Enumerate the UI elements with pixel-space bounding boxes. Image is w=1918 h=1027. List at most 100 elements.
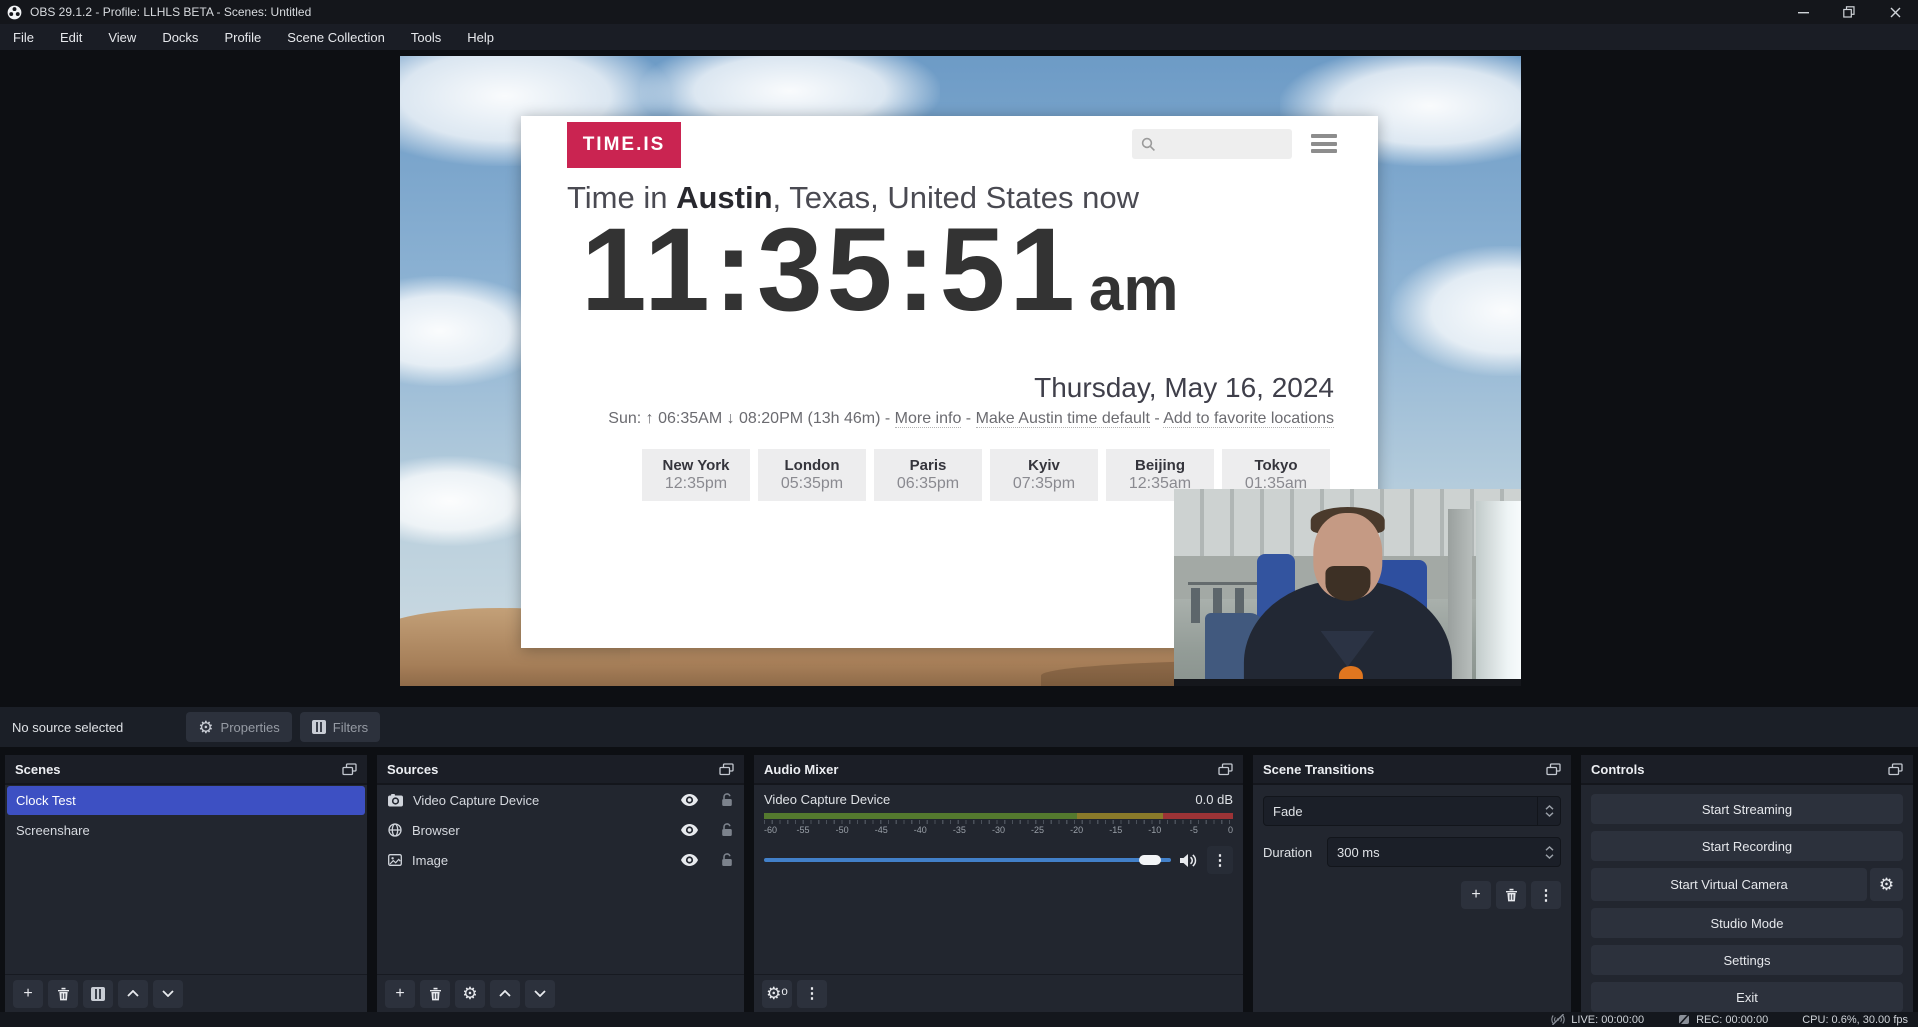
menubar: File Edit View Docks Profile Scene Colle…	[0, 24, 1918, 50]
add-source-button[interactable]: +	[385, 980, 415, 1008]
current-date: Thursday, May 16, 2024	[1034, 372, 1334, 404]
scene-filters-button[interactable]	[83, 980, 113, 1008]
mixer-toolbar: ⚙ᵒ ⋮	[754, 974, 1243, 1012]
restore-button[interactable]	[1826, 0, 1872, 24]
menu-view[interactable]: View	[95, 24, 149, 50]
transition-selected-value: Fade	[1264, 804, 1537, 819]
lock-icon[interactable]	[721, 853, 733, 867]
source-item-browser[interactable]: Browser	[377, 815, 744, 845]
lock-icon[interactable]	[721, 823, 733, 837]
make-default-link[interactable]: Make Austin time default	[976, 410, 1150, 428]
popout-icon[interactable]	[1888, 763, 1903, 776]
scene-item-clock-test[interactable]: Clock Test	[7, 786, 365, 815]
visibility-eye-icon[interactable]	[681, 824, 698, 836]
sun-info-line: Sun: ↑ 06:35AM ↓ 08:20PM (13h 46m) - Mor…	[608, 410, 1334, 428]
source-item-video-capture[interactable]: Video Capture Device	[377, 785, 744, 815]
remove-transition-button[interactable]	[1496, 881, 1526, 909]
more-info-link[interactable]: More info	[895, 410, 962, 428]
source-properties-button[interactable]: ⚙	[455, 980, 485, 1008]
gear-icon: ⚙	[1879, 876, 1894, 893]
record-inactive-icon	[1678, 1014, 1690, 1025]
start-virtual-camera-button[interactable]: Start Virtual Camera	[1591, 868, 1867, 901]
city-card[interactable]: Paris06:35pm	[874, 449, 982, 501]
trash-icon	[57, 987, 70, 1001]
city-card[interactable]: London05:35pm	[758, 449, 866, 501]
filters-button[interactable]: Filters	[300, 712, 380, 742]
sources-panel-header: Sources	[377, 755, 744, 785]
menu-edit[interactable]: Edit	[47, 24, 95, 50]
globe-icon	[388, 823, 402, 837]
transition-properties-button[interactable]: ⋮	[1531, 881, 1561, 909]
menu-docks[interactable]: Docks	[149, 24, 211, 50]
hamburger-menu-icon[interactable]	[1311, 134, 1337, 153]
mixer-menu-button[interactable]: ⋮	[797, 980, 827, 1008]
meter-tick-labels: -60 -55 -50 -45 -40 -35 -30 -25 -20 -15 …	[764, 825, 1233, 837]
menu-help[interactable]: Help	[454, 24, 507, 50]
add-scene-button[interactable]: +	[13, 980, 43, 1008]
exit-button[interactable]: Exit	[1591, 982, 1903, 1012]
program-canvas[interactable]: TIME.IS Time in Austin, Texas, United St…	[400, 56, 1521, 686]
city-card[interactable]: New York12:35pm	[642, 449, 750, 501]
popout-icon[interactable]	[1546, 763, 1561, 776]
start-recording-button[interactable]: Start Recording	[1591, 831, 1903, 861]
gear-icon: ⚙	[198, 719, 213, 736]
chevron-up-icon	[127, 990, 139, 997]
scenes-toolbar: +	[5, 974, 367, 1012]
speaker-icon[interactable]	[1180, 853, 1198, 868]
scene-item-screenshare[interactable]: Screenshare	[7, 816, 365, 845]
scene-transitions-panel: Scene Transitions Fade Duration 300 ms	[1253, 755, 1571, 1012]
obs-window: OBS 29.1.2 - Profile: LLHLS BETA - Scene…	[0, 0, 1918, 1027]
volume-slider[interactable]	[764, 854, 1171, 866]
move-scene-up-button[interactable]	[118, 980, 148, 1008]
controls-body: Start Streaming Start Recording Start Vi…	[1581, 785, 1913, 1012]
popout-icon[interactable]	[342, 763, 357, 776]
time-value: 11:35:51	[581, 204, 1079, 336]
virtual-camera-settings-button[interactable]: ⚙	[1870, 868, 1903, 901]
duration-spinbox[interactable]: 300 ms	[1327, 837, 1561, 867]
add-favorite-link[interactable]: Add to favorite locations	[1163, 410, 1334, 428]
studio-mode-button[interactable]: Studio Mode	[1591, 908, 1903, 938]
webcam-bottom-edge	[1174, 679, 1521, 686]
advanced-audio-button[interactable]: ⚙ᵒ	[762, 980, 792, 1008]
spin-up-icon[interactable]	[1545, 846, 1554, 851]
menu-tools[interactable]: Tools	[398, 24, 454, 50]
lock-icon[interactable]	[721, 793, 733, 807]
search-input[interactable]	[1132, 129, 1292, 159]
properties-button[interactable]: ⚙ Properties	[186, 712, 292, 742]
window-title: OBS 29.1.2 - Profile: LLHLS BETA - Scene…	[30, 5, 311, 19]
camera-icon	[388, 794, 403, 807]
start-streaming-button[interactable]: Start Streaming	[1591, 794, 1903, 824]
menu-profile[interactable]: Profile	[211, 24, 274, 50]
popout-icon[interactable]	[1218, 763, 1233, 776]
popout-icon[interactable]	[719, 763, 734, 776]
current-time: 11:35:51am	[581, 202, 1178, 338]
settings-button[interactable]: Settings	[1591, 945, 1903, 975]
volume-slider-handle[interactable]	[1139, 855, 1161, 865]
no-source-status: No source selected	[12, 720, 123, 735]
add-transition-button[interactable]: +	[1461, 881, 1491, 909]
move-source-up-button[interactable]	[490, 980, 520, 1008]
spin-down-icon[interactable]	[1545, 854, 1554, 859]
close-button[interactable]	[1872, 0, 1918, 24]
menu-file[interactable]: File	[0, 24, 47, 50]
duration-label: Duration	[1263, 845, 1327, 860]
move-scene-down-button[interactable]	[153, 980, 183, 1008]
titlebar: OBS 29.1.2 - Profile: LLHLS BETA - Scene…	[0, 0, 1918, 24]
chevron-up-icon	[499, 990, 511, 997]
mixer-channel-menu-button[interactable]: ⋮	[1207, 846, 1233, 874]
scenes-list: Clock Test Screenshare	[5, 785, 367, 974]
city-card[interactable]: Kyiv07:35pm	[990, 449, 1098, 501]
webcam-source[interactable]	[1174, 489, 1521, 686]
source-item-image[interactable]: Image	[377, 845, 744, 875]
rec-time: REC: 00:00:00	[1696, 1014, 1768, 1026]
minimize-button[interactable]	[1780, 0, 1826, 24]
visibility-eye-icon[interactable]	[681, 794, 698, 806]
controls-title: Controls	[1591, 762, 1644, 777]
sources-list: Video Capture Device Browser	[377, 785, 744, 974]
remove-scene-button[interactable]	[48, 980, 78, 1008]
remove-source-button[interactable]	[420, 980, 450, 1008]
visibility-eye-icon[interactable]	[681, 854, 698, 866]
transition-select[interactable]: Fade	[1263, 796, 1561, 826]
move-source-down-button[interactable]	[525, 980, 555, 1008]
menu-scene-collection[interactable]: Scene Collection	[274, 24, 398, 50]
